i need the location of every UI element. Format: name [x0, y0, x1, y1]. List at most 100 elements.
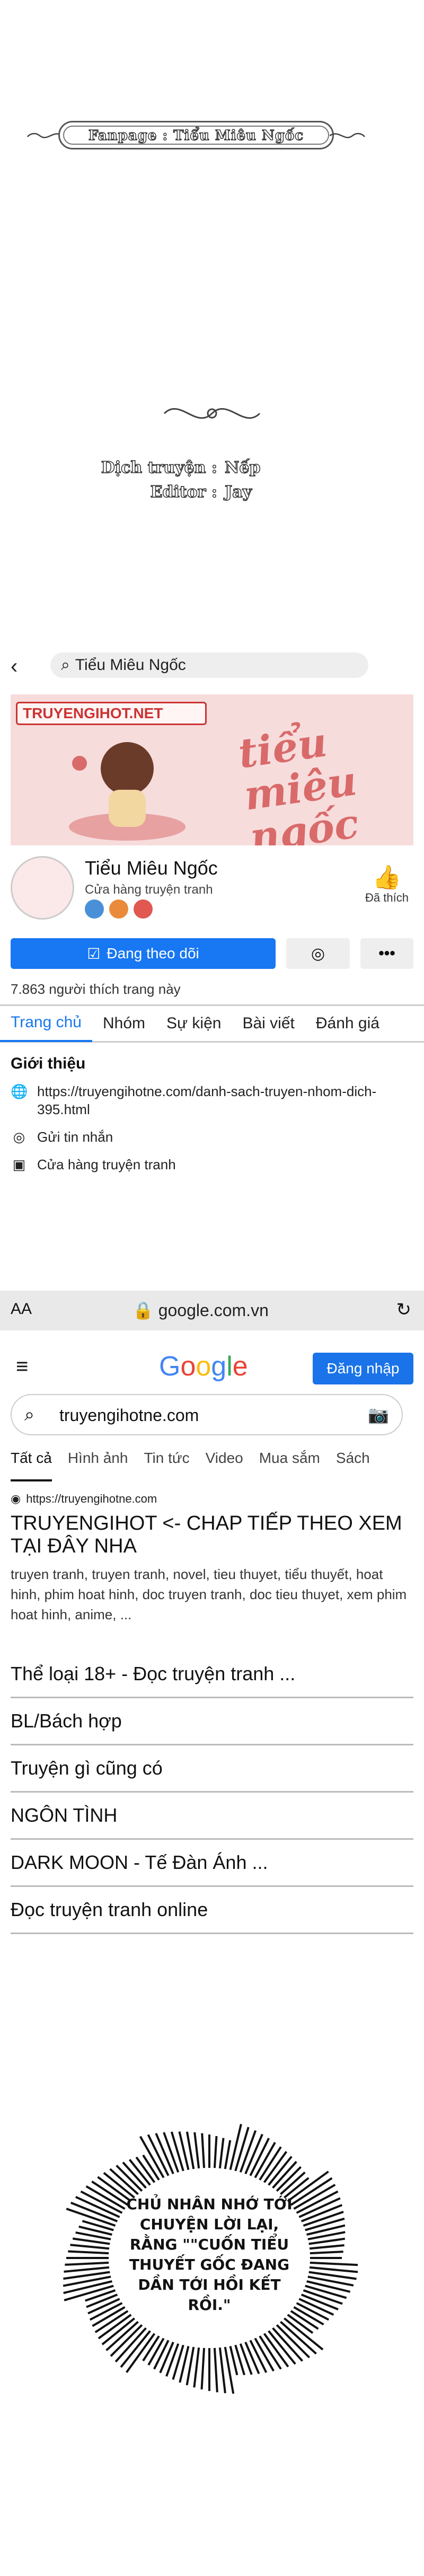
- translation-credits: Dịch truyện : Nếp Editor : Jay: [74, 456, 318, 505]
- address-bar[interactable]: AA 🔒 google.com.vn ↻: [0, 1291, 424, 1330]
- send-message-link[interactable]: Gửi tin nhắn: [37, 1128, 113, 1146]
- burst-spike: [229, 2123, 242, 2171]
- right-ornament-icon: [329, 133, 365, 138]
- burst-spike: [305, 2217, 345, 2231]
- burst-spike: [70, 2244, 110, 2250]
- google-search-input[interactable]: ⌕ truyengihotne.com 📷: [11, 1394, 403, 1435]
- burst-spike: [280, 2321, 317, 2355]
- sitelink[interactable]: Đọc truyện tranh online: [11, 1887, 413, 1934]
- globe-icon: 🌐: [11, 1083, 28, 1099]
- burst-spike: [276, 2324, 311, 2359]
- text-size-button[interactable]: AA: [11, 1300, 32, 1318]
- burst-spike: [193, 2347, 200, 2388]
- tab-posts[interactable]: Bài viết: [232, 1006, 305, 1041]
- burst-spike: [86, 2293, 118, 2308]
- tab-video[interactable]: Video: [206, 1450, 243, 1481]
- logo-letter: e: [232, 1351, 248, 1382]
- tab-books[interactable]: Sách: [336, 1450, 370, 1481]
- badge-icon: [85, 899, 104, 919]
- page-name: Tiểu Miêu Ngốc: [85, 857, 218, 879]
- sitelink[interactable]: Truyện gì cũng có: [11, 1745, 413, 1793]
- tab-events[interactable]: Sự kiện: [156, 1006, 232, 1041]
- burst-spike: [308, 2237, 346, 2245]
- messenger-button[interactable]: ◎: [286, 938, 350, 969]
- google-logo[interactable]: Google: [159, 1351, 248, 1382]
- tab-reviews[interactable]: Đánh giá: [305, 1006, 390, 1041]
- shop-label: Cửa hàng truyện tranh: [37, 1157, 176, 1172]
- speech-bubble: CHỦ NHÂN NHỚ TỚI CHUYỆN LỜI LẠI, RẰNG ""…: [61, 2120, 361, 2396]
- sitelink[interactable]: DARK MOON - Tế Đàn Ánh ...: [11, 1840, 413, 1887]
- intro-message[interactable]: ◎ Gửi tin nhắn: [11, 1128, 413, 1146]
- burst-spike: [244, 2341, 260, 2375]
- tab-home[interactable]: Trang chủ: [0, 1005, 92, 1042]
- tab-groups[interactable]: Nhóm: [92, 1006, 156, 1041]
- burst-spike: [290, 2177, 333, 2206]
- burst-spike: [309, 2244, 344, 2250]
- facebook-search-input[interactable]: ⌕ Tiểu Miêu Ngốc: [50, 652, 368, 678]
- website-link[interactable]: https://truyengihotne.com/danh-sach-truy…: [37, 1082, 413, 1118]
- bubble-text: CHỦ NHÂN NHỚ TỚI CHUYỆN LỜI LẠI, RẰNG ""…: [126, 2195, 293, 2314]
- reload-icon[interactable]: ↻: [396, 1299, 412, 1320]
- sitelinks: Thể loại 18+ - Đọc truyện tranh ... BL/B…: [11, 1651, 413, 1934]
- burst-spike: [309, 2266, 359, 2273]
- google-header: ≡ Google Đăng nhập: [0, 1341, 424, 1389]
- thumbs-up-icon: 👍: [372, 864, 402, 890]
- tab-news[interactable]: Tin tức: [144, 1450, 189, 1481]
- lock-icon: 🔒: [132, 1301, 154, 1320]
- page-category: Cửa hàng truyện tranh: [85, 883, 213, 897]
- intro-website[interactable]: 🌐 https://truyengihotne.com/danh-sach-tr…: [11, 1082, 413, 1118]
- follow-label: Đang theo dõi: [107, 945, 199, 961]
- more-icon: •••: [378, 945, 395, 962]
- search-query: truyengihotne.com: [59, 1406, 199, 1425]
- search-result: ◉ https://truyengihotne.com TRUYENGIHOT …: [11, 1492, 413, 1625]
- burst-spike: [159, 2341, 174, 2374]
- likes-count: 7.863 người thích trang này: [11, 981, 181, 997]
- burst-spike: [224, 2140, 232, 2169]
- messenger-icon: ◎: [13, 1129, 25, 1145]
- cover-photo: TRUYENGIHOT.NET tiểu miêu ngốc: [11, 694, 413, 845]
- avatar[interactable]: [11, 856, 74, 920]
- page-actions: ☑ Đang theo dõi ◎ •••: [11, 938, 413, 969]
- url-text: 🔒 google.com.vn: [132, 1300, 269, 1320]
- search-tabs: Tất cả Hình ảnh Tin tức Video Mua sắm Sá…: [11, 1450, 424, 1481]
- cover-art-title: tiểu miêu ngốc: [235, 718, 362, 845]
- burst-spike: [218, 2138, 225, 2169]
- menu-icon[interactable]: ≡: [16, 1355, 28, 1379]
- burst-spike: [200, 2348, 206, 2390]
- burst-spike: [310, 2251, 343, 2255]
- badge-icon: [134, 899, 153, 919]
- cover-illustration-icon: [69, 742, 186, 841]
- search-query: Tiểu Miêu Ngốc: [75, 656, 186, 674]
- follow-button[interactable]: ☑ Đang theo dõi: [11, 938, 276, 969]
- liked-label: Đã thích: [365, 891, 409, 904]
- liked-button[interactable]: 👍 Đã thích: [360, 863, 413, 905]
- credit-value: Nếp: [224, 458, 261, 477]
- url-value: google.com.vn: [158, 1301, 269, 1320]
- burst-spike: [186, 2131, 195, 2169]
- burst-spike: [201, 2133, 206, 2168]
- sitelink[interactable]: BL/Bách hợp: [11, 1698, 413, 1745]
- burst-spike: [63, 2280, 112, 2295]
- camera-icon[interactable]: 📷: [368, 1405, 389, 1425]
- credit-label: Dịch truyện :: [101, 458, 218, 477]
- sitelink[interactable]: Thể loại 18+ - Đọc truyện tranh ...: [11, 1651, 413, 1698]
- back-icon[interactable]: ‹: [11, 655, 26, 678]
- sign-in-button[interactable]: Đăng nhập: [313, 1353, 413, 1384]
- cover-tag: TRUYENGIHOT.NET: [16, 702, 207, 725]
- tab-images[interactable]: Hình ảnh: [68, 1450, 128, 1481]
- result-title[interactable]: TRUYENGIHOT <- CHAP TIẾP THEO XEM TẠI ĐÂ…: [11, 1512, 413, 1558]
- credit-translator: Dịch truyện : Nếp: [74, 456, 318, 480]
- logo-letter: l: [226, 1351, 233, 1382]
- facebook-search-bar: ‹ ⌕ Tiểu Miêu Ngốc: [11, 649, 413, 679]
- logo-letter: g: [211, 1351, 227, 1382]
- more-button[interactable]: •••: [360, 938, 413, 969]
- messenger-icon: ◎: [311, 945, 325, 963]
- intro-section: Giới thiệu 🌐 https://truyengihotne.com/d…: [11, 1055, 413, 1183]
- credit-label: Editor :: [150, 482, 218, 501]
- sitelink[interactable]: NGÔN TÌNH: [11, 1793, 413, 1840]
- credits-ornament-icon: [163, 408, 261, 419]
- tab-shopping[interactable]: Mua sắm: [259, 1450, 320, 1481]
- tab-all[interactable]: Tất cả: [11, 1450, 52, 1481]
- fanpage-frame: Fanpage : Tiểu Miêu Ngốc: [58, 121, 334, 149]
- burst-spike: [65, 2261, 109, 2266]
